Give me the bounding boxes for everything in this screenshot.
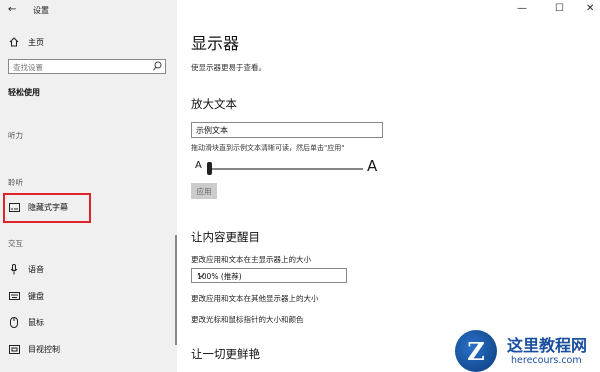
- cursor-size-link[interactable]: 更改光标和鼠标指针的大小和颜色: [191, 314, 304, 325]
- maximize-icon[interactable]: ☐: [555, 3, 564, 14]
- home-icon: [8, 36, 20, 48]
- mouse-icon: [8, 316, 20, 328]
- section-heading-listening: 聆听: [8, 178, 23, 187]
- text-size-slider-track[interactable]: [207, 168, 363, 170]
- sidebar-item-home[interactable]: 主页: [8, 36, 44, 48]
- microphone-icon: [8, 263, 20, 275]
- page-title: 显示器: [191, 34, 240, 53]
- slider-min-label: A: [195, 160, 202, 171]
- search-placeholder: 查找设置: [13, 63, 43, 72]
- back-icon[interactable]: ←: [8, 4, 16, 15]
- keyboard-icon: [8, 290, 20, 302]
- sample-text-box: 示例文本: [191, 122, 383, 138]
- section-heading-interaction: 交互: [8, 239, 23, 248]
- sample-text: 示例文本: [196, 126, 228, 135]
- other-displays-link[interactable]: 更改应用和文本在其他显示器上的大小: [191, 293, 319, 304]
- main-content: — ☐ ✕ 显示器 使显示器更易于查看。 放大文本 示例文本 拖动滑块直到示例文…: [177, 0, 600, 372]
- chevron-down-icon: [197, 270, 341, 282]
- sidebar-item-label: 主页: [28, 37, 44, 47]
- section-heading-hearing: 听力: [8, 131, 23, 140]
- category-title: 轻松使用: [8, 88, 40, 97]
- sidebar: ← 设置 主页 查找设置 轻松使用 听力 聆听 隐藏式字幕 交互 语音 键盘 鼠…: [0, 0, 177, 372]
- eye-control-icon: [8, 343, 20, 355]
- sidebar-item-label: 键盘: [28, 291, 44, 301]
- highlight-box: [3, 193, 91, 223]
- sidebar-item-label: 目视控制: [28, 344, 60, 354]
- watermark: Z 这里教程网 herecours.com: [455, 330, 600, 372]
- section-heading-make-bigger: 让内容更醒目: [191, 230, 260, 244]
- watermark-logo-letter: Z: [467, 336, 485, 366]
- sidebar-item-speech[interactable]: 语音: [8, 263, 44, 275]
- text-size-slider-thumb[interactable]: [207, 162, 212, 175]
- window-title: 设置: [33, 6, 49, 15]
- watermark-logo: Z: [455, 330, 497, 372]
- sidebar-item-mouse[interactable]: 鼠标: [8, 316, 44, 328]
- search-input[interactable]: 查找设置: [8, 59, 166, 74]
- watermark-site-name: 这里教程网: [507, 336, 588, 355]
- sidebar-item-label: 鼠标: [28, 317, 44, 327]
- page-subtitle: 使显示器更易于查看。: [191, 63, 266, 72]
- slider-max-label: A: [367, 157, 378, 175]
- sidebar-item-label: 语音: [28, 264, 44, 274]
- apply-button[interactable]: 应用: [191, 183, 217, 199]
- sidebar-item-eye-control[interactable]: 目视控制: [8, 343, 60, 355]
- watermark-domain: herecours.com: [511, 355, 582, 366]
- scale-label: 更改应用和文本在主显示器上的大小: [191, 255, 311, 264]
- search-icon[interactable]: [153, 61, 162, 74]
- minimize-icon[interactable]: —: [517, 3, 527, 14]
- section-heading-text-size: 放大文本: [191, 97, 237, 111]
- sidebar-item-keyboard[interactable]: 键盘: [8, 290, 44, 302]
- section-heading-brighter: 让一切更鲜艳: [191, 347, 260, 361]
- scale-dropdown[interactable]: 100% (推荐): [191, 268, 347, 283]
- close-icon[interactable]: ✕: [586, 3, 594, 14]
- slider-hint: 拖动滑块直到示例文本清晰可读，然后单击"应用": [191, 144, 345, 152]
